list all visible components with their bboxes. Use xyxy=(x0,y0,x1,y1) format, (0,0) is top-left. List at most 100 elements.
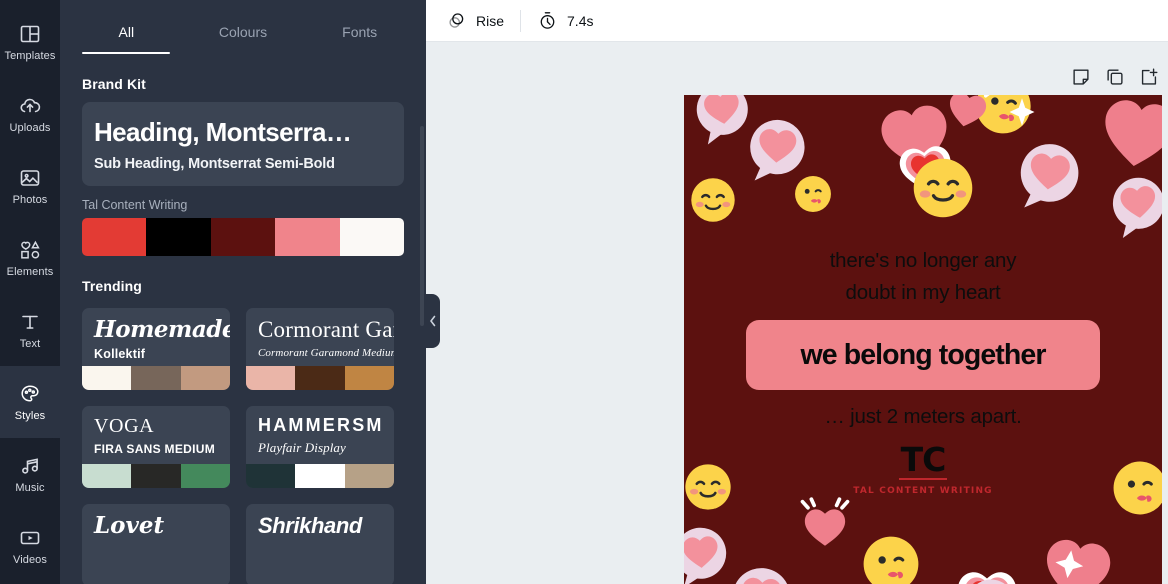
sidebar-item-videos[interactable]: Videos xyxy=(0,510,60,582)
trending-font-secondary: Cormorant Garamond Medium xyxy=(258,347,394,360)
duration-value: 7.4s xyxy=(567,12,594,29)
sparkle-heart-icon xyxy=(1037,530,1117,584)
trending-font-secondary: Kollektif xyxy=(94,347,146,362)
pink-heart-icon xyxy=(1095,95,1162,181)
brand-kit-card[interactable]: Heading, Montserra… Sub Heading, Montser… xyxy=(82,102,404,186)
trending-card-colors xyxy=(82,366,230,390)
upload-cloud-icon xyxy=(20,98,41,113)
templates-icon xyxy=(20,25,40,43)
logo-monogram: TC xyxy=(898,440,948,480)
design-logo[interactable]: TC TAL CONTENT WRITING xyxy=(684,443,1162,496)
video-icon xyxy=(20,531,40,545)
trending-card[interactable]: Lovet xyxy=(82,504,230,584)
color-swatch xyxy=(180,366,230,390)
sparkle-icon xyxy=(1007,97,1037,132)
styles-panel-scroll-area[interactable]: All Colours Fonts Brand Kit Heading, Mon… xyxy=(60,0,426,584)
sidebar-item-templates[interactable]: Templates xyxy=(0,6,60,78)
sidebar-item-label: Styles xyxy=(14,410,46,422)
design-highlight-pill[interactable]: we belong together xyxy=(746,320,1100,390)
sidebar-item-label: Templates xyxy=(4,50,56,62)
color-swatch[interactable] xyxy=(146,218,211,256)
add-page-icon[interactable] xyxy=(1138,66,1160,88)
sidebar-item-styles[interactable]: Styles xyxy=(0,356,60,448)
photo-icon xyxy=(20,170,40,186)
color-swatch xyxy=(82,464,132,488)
styles-panel: All Colours Fonts Brand Kit Heading, Mon… xyxy=(60,0,426,584)
design-text-line-1a: there's no longer any xyxy=(829,249,1017,272)
kiss-wink-face-icon xyxy=(862,535,920,584)
trending-card-colors xyxy=(82,464,230,488)
text-icon xyxy=(22,315,38,329)
sidebar-item-music[interactable]: Music xyxy=(0,438,60,510)
logo-tagline: TAL CONTENT WRITING xyxy=(853,486,993,496)
trending-card-preview: Homemade Kollektif xyxy=(82,308,230,366)
trending-card-preview: Cormorant Gar… Cormorant Garamond Medium xyxy=(246,308,394,366)
notes-icon[interactable] xyxy=(1070,66,1092,88)
design-canvas-page[interactable]: there's no longer any doubt in my heart … xyxy=(684,95,1162,584)
trending-font-secondary: Playfair Display xyxy=(258,439,346,455)
trending-card-preview: HAMMERSM Playfair Display xyxy=(246,406,394,464)
panel-collapse-button[interactable] xyxy=(426,294,440,348)
heart-speech-bubble-icon xyxy=(962,577,1020,584)
trending-card[interactable]: Shrikhand xyxy=(246,504,394,584)
sidebar-item-photos[interactable]: Photos xyxy=(0,150,60,222)
left-nav-rail: Templates Uploads Photos Elements Text S… xyxy=(0,0,60,584)
color-swatch xyxy=(131,366,181,390)
smiling-blush-face-icon xyxy=(690,177,736,228)
page-tools xyxy=(1070,66,1160,88)
beating-heart-icon xyxy=(794,493,856,560)
tab-fonts[interactable]: Fonts xyxy=(301,0,418,64)
tab-all[interactable]: All xyxy=(68,0,185,64)
brand-kit-subheading-sample: Sub Heading, Montserrat Semi-Bold xyxy=(94,155,335,172)
sidebar-item-uploads[interactable]: Uploads xyxy=(0,78,60,150)
color-swatch[interactable] xyxy=(82,218,147,256)
trending-font-primary: Shrikhand xyxy=(258,513,362,538)
tab-colours[interactable]: Colours xyxy=(185,0,302,64)
kiss-wink-face-icon xyxy=(794,175,832,218)
color-swatch xyxy=(246,464,296,488)
trending-card-colors xyxy=(246,464,394,488)
sidebar-item-label: Videos xyxy=(12,554,48,566)
trending-font-secondary: FIRA SANS MEDIUM xyxy=(94,442,216,456)
palette-icon xyxy=(21,385,39,402)
design-text-line-1[interactable]: there's no longer any doubt in my heart xyxy=(684,245,1162,309)
trending-card-preview: VOGA FIRA SANS MEDIUM xyxy=(82,406,230,464)
color-swatch xyxy=(344,464,394,488)
design-text-line-1b: doubt in my heart xyxy=(845,280,1001,304)
panel-tabs: All Colours Fonts xyxy=(60,0,426,64)
panel-scrollbar[interactable] xyxy=(420,126,424,326)
trending-card[interactable]: HAMMERSM Playfair Display xyxy=(246,406,394,488)
color-swatch xyxy=(295,366,345,390)
color-swatch[interactable] xyxy=(339,218,404,256)
brand-kit-heading-sample: Heading, Montserra… xyxy=(94,118,352,147)
color-swatch xyxy=(180,464,230,488)
brand-palette-swatches[interactable] xyxy=(82,218,404,256)
brand-kit-heading: Brand Kit xyxy=(82,76,146,92)
heart-speech-bubble-icon xyxy=(723,563,798,584)
trending-grid: Homemade Kollektif Cormorant Gar… Cormor… xyxy=(60,304,426,584)
color-swatch[interactable] xyxy=(210,218,276,256)
color-swatch xyxy=(344,366,394,390)
animation-name: Rise xyxy=(476,12,505,29)
editor-main: Rise 7.4s there's no longer any doubt in… xyxy=(426,0,1168,584)
heart-speech-bubble-icon xyxy=(1010,138,1087,220)
canvas-workspace[interactable]: there's no longer any doubt in my heart … xyxy=(426,42,1168,584)
heart-speech-bubble-icon xyxy=(684,523,734,584)
trending-card[interactable]: Homemade Kollektif xyxy=(82,308,230,390)
color-swatch[interactable] xyxy=(275,218,340,256)
trending-font-primary: VOGA xyxy=(94,415,155,437)
trending-card[interactable]: VOGA FIRA SANS MEDIUM xyxy=(82,406,230,488)
trending-heading: Trending xyxy=(82,278,142,294)
trending-font-primary: Cormorant Gar… xyxy=(258,317,394,342)
trending-card[interactable]: Cormorant Gar… Cormorant Garamond Medium xyxy=(246,308,394,390)
sidebar-item-label: Uploads xyxy=(9,122,51,134)
animation-button[interactable]: Rise xyxy=(446,10,520,31)
trending-card-preview: Shrikhand xyxy=(246,504,394,562)
duration-button[interactable]: 7.4s xyxy=(521,10,609,31)
trending-card-colors xyxy=(246,366,394,390)
trending-font-primary: Homemade xyxy=(94,316,230,343)
design-text-line-3[interactable]: … just 2 meters apart. xyxy=(684,405,1162,429)
sidebar-item-elements[interactable]: Elements xyxy=(0,222,60,294)
top-toolbar: Rise 7.4s xyxy=(426,0,1168,42)
duplicate-page-icon[interactable] xyxy=(1104,66,1126,88)
